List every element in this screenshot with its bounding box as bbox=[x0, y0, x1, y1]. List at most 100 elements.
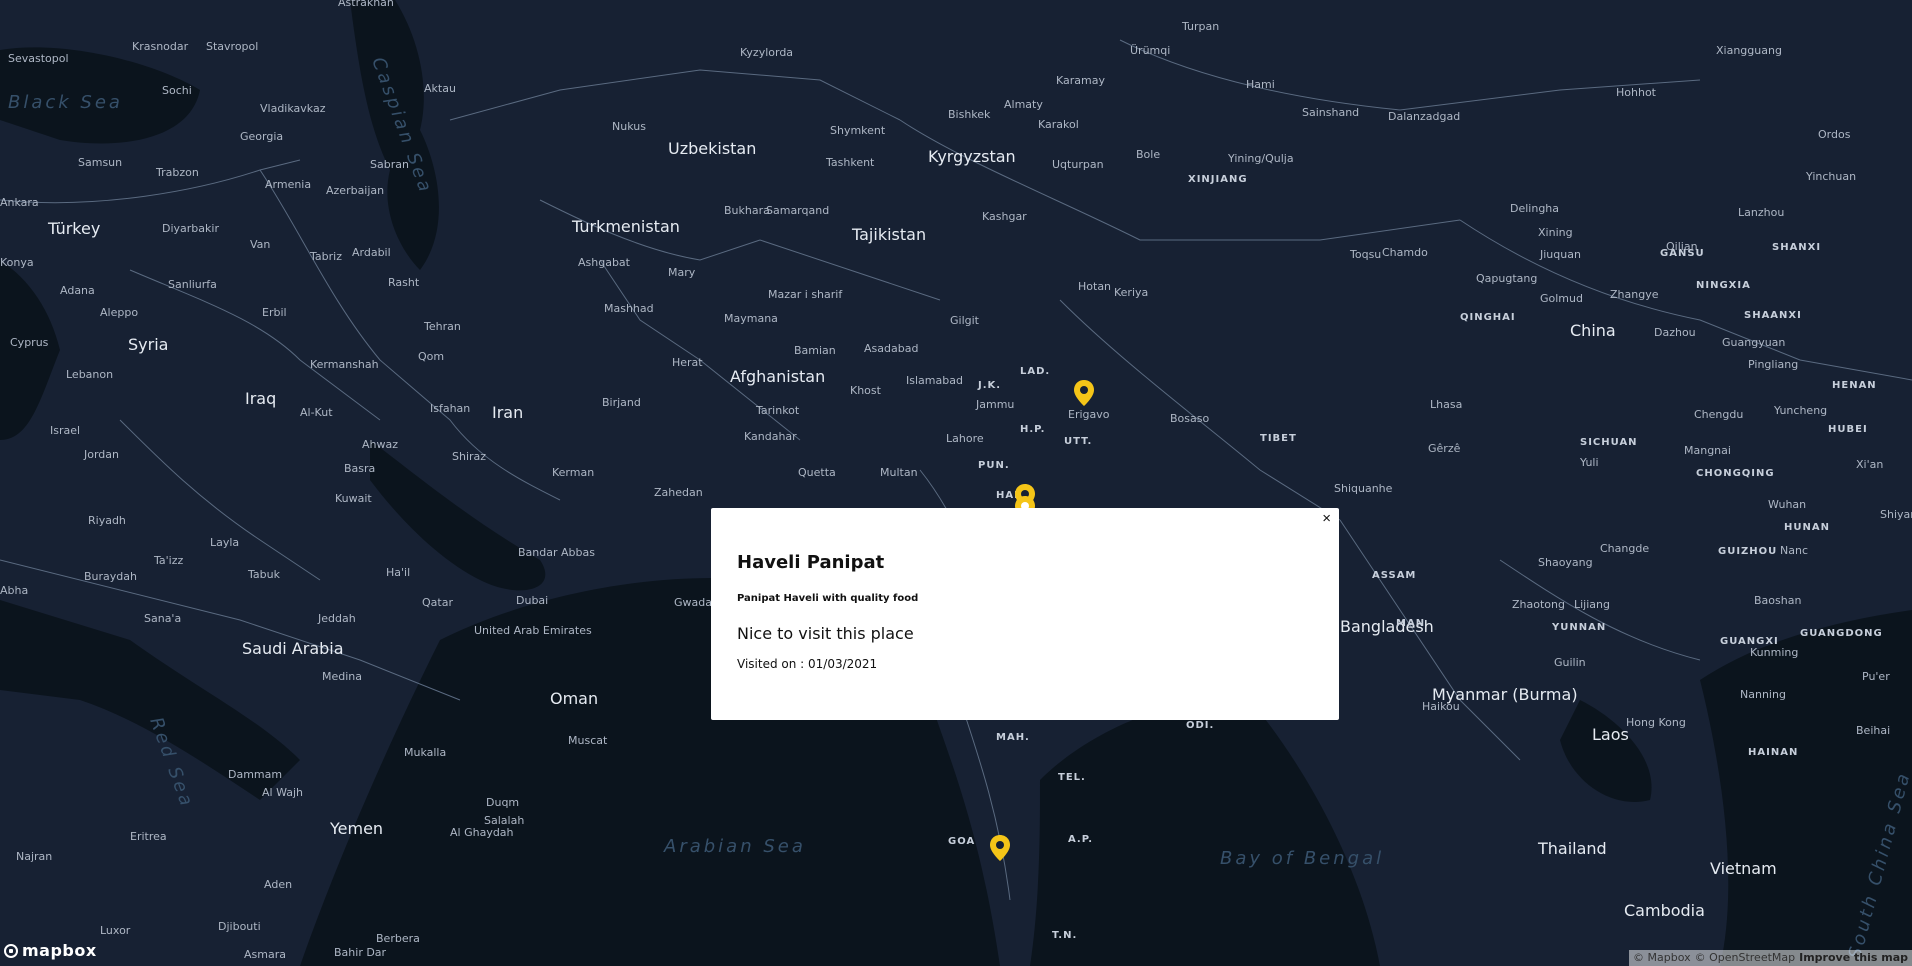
mapbox-logo[interactable]: mapbox bbox=[4, 941, 97, 960]
city-label: Bandar Abbas bbox=[518, 546, 595, 559]
region-label: GOA bbox=[948, 836, 975, 847]
city-label: Aktau bbox=[424, 82, 456, 95]
region-label: XINJIANG bbox=[1188, 174, 1248, 185]
country-label: Qatar bbox=[422, 596, 453, 609]
city-label: Ta'izz bbox=[153, 554, 183, 567]
city-label: Chamdo bbox=[1382, 246, 1428, 259]
city-label: Kermanshah bbox=[310, 358, 379, 371]
basemap[interactable]: Black Sea Caspian Sea Arabian Sea Bay of… bbox=[0, 0, 1912, 966]
city-label: Pu'er bbox=[1862, 670, 1890, 683]
city-label: Duqm bbox=[486, 796, 519, 809]
country-label: Uzbekistan bbox=[668, 139, 756, 158]
region-label: SHANXI bbox=[1772, 242, 1821, 253]
water-label-black-sea: Black Sea bbox=[8, 92, 123, 113]
city-label: Vladikavkaz bbox=[260, 102, 326, 115]
city-label: Lhasa bbox=[1430, 398, 1462, 411]
city-label: Ahwaz bbox=[362, 438, 398, 451]
city-label: Riyadh bbox=[88, 514, 126, 527]
region-label: YUNNAN bbox=[1551, 622, 1606, 633]
city-label: Erbil bbox=[262, 306, 287, 319]
country-label: Cambodia bbox=[1624, 901, 1705, 920]
region-label: QINGHAI bbox=[1460, 312, 1516, 323]
map-marker-karnataka[interactable] bbox=[989, 834, 1011, 862]
region-label: A.P. bbox=[1068, 834, 1093, 845]
country-label: Jordan bbox=[83, 448, 119, 461]
city-label: Buraydah bbox=[84, 570, 137, 583]
city-label: Konya bbox=[0, 256, 34, 269]
country-label: Eritrea bbox=[130, 830, 167, 843]
city-label: Dazhou bbox=[1654, 326, 1696, 339]
region-label: SHAANXI bbox=[1744, 310, 1802, 321]
region-label: GUANGDONG bbox=[1800, 628, 1883, 639]
city-label: Al-Kut bbox=[300, 406, 333, 419]
city-label: Baoshan bbox=[1754, 594, 1801, 607]
city-label: Zahedan bbox=[654, 486, 703, 499]
city-label: Almaty bbox=[1004, 98, 1043, 111]
city-label: Erigavo bbox=[1068, 408, 1110, 421]
region-label: LAD. bbox=[1020, 366, 1050, 377]
city-label: Wuhan bbox=[1768, 498, 1806, 511]
city-label: Haikou bbox=[1422, 700, 1460, 713]
region-label: MAN bbox=[1396, 618, 1425, 629]
city-label: Ankara bbox=[0, 196, 39, 209]
city-label: Qapugtang bbox=[1476, 272, 1537, 285]
city-label: Trabzon bbox=[155, 166, 199, 179]
city-label: Mazar i sharif bbox=[768, 288, 843, 301]
city-label: Sevastopol bbox=[8, 52, 69, 65]
city-label: Samsun bbox=[78, 156, 122, 169]
region-label: PUN. bbox=[978, 460, 1010, 471]
city-label: Lahore bbox=[946, 432, 984, 445]
country-label: Djibouti bbox=[218, 920, 261, 933]
city-label: Chengdu bbox=[1694, 408, 1743, 421]
city-label: Stavropol bbox=[206, 40, 258, 53]
city-label: Qilian bbox=[1666, 240, 1698, 253]
city-label: Qom bbox=[418, 350, 444, 363]
city-label: Xining bbox=[1538, 226, 1573, 239]
city-label: Asmara bbox=[244, 948, 286, 961]
city-label: Sana'a bbox=[144, 612, 181, 625]
country-label: Israel bbox=[50, 424, 80, 437]
city-label: Lanzhou bbox=[1738, 206, 1784, 219]
city-label: Zhangye bbox=[1610, 288, 1659, 301]
mapbox-logo-text: mapbox bbox=[22, 941, 97, 960]
city-label: Astrakhan bbox=[338, 0, 394, 9]
map-canvas[interactable]: Black Sea Caspian Sea Arabian Sea Bay of… bbox=[0, 0, 1912, 966]
city-label: Islamabad bbox=[906, 374, 963, 387]
city-label: Mangnai bbox=[1684, 444, 1731, 457]
map-marker-shiquanhe[interactable] bbox=[1073, 379, 1095, 407]
city-label: Jeddah bbox=[317, 612, 356, 625]
city-label: Bishkek bbox=[948, 108, 991, 121]
attribution-osm-link[interactable]: © OpenStreetMap bbox=[1695, 950, 1796, 966]
city-label: Shiyan bbox=[1880, 508, 1912, 521]
city-label: Jiuquan bbox=[1539, 248, 1581, 261]
place-description: Panipat Haveli with quality food bbox=[737, 593, 919, 604]
country-label: Georgia bbox=[240, 130, 283, 143]
country-label: Cyprus bbox=[10, 336, 49, 349]
region-label: T.N. bbox=[1052, 930, 1077, 941]
city-label: Kunming bbox=[1750, 646, 1798, 659]
city-label: Yining/Qulja bbox=[1227, 152, 1294, 165]
location-pin-icon bbox=[990, 835, 1010, 861]
improve-map-link[interactable]: Improve this map bbox=[1799, 950, 1908, 966]
city-label: Dubai bbox=[516, 594, 548, 607]
city-label: Al Wajh bbox=[262, 786, 303, 799]
country-label: Laos bbox=[1592, 725, 1629, 744]
country-label: Tajikistan bbox=[851, 225, 926, 244]
close-button[interactable]: × bbox=[1322, 510, 1331, 528]
city-label: Hong Kong bbox=[1626, 716, 1686, 729]
city-label: Sochi bbox=[162, 84, 192, 97]
city-label: Nanc bbox=[1780, 544, 1808, 557]
city-label: Bamian bbox=[794, 344, 836, 357]
city-label: Shiraz bbox=[452, 450, 486, 463]
attribution-mapbox-link[interactable]: © Mapbox bbox=[1633, 950, 1691, 966]
city-label: Diyarbakir bbox=[162, 222, 219, 235]
city-label: Zhaotong bbox=[1512, 598, 1565, 611]
city-label: Mary bbox=[668, 266, 696, 279]
city-label: Ordos bbox=[1818, 128, 1851, 141]
city-label: Adana bbox=[60, 284, 95, 297]
city-label: Karamay bbox=[1056, 74, 1105, 87]
country-label: Iraq bbox=[245, 389, 276, 408]
country-label: Oman bbox=[550, 689, 598, 708]
region-label: ODI. bbox=[1186, 720, 1214, 731]
region-label: TEL. bbox=[1058, 772, 1086, 783]
